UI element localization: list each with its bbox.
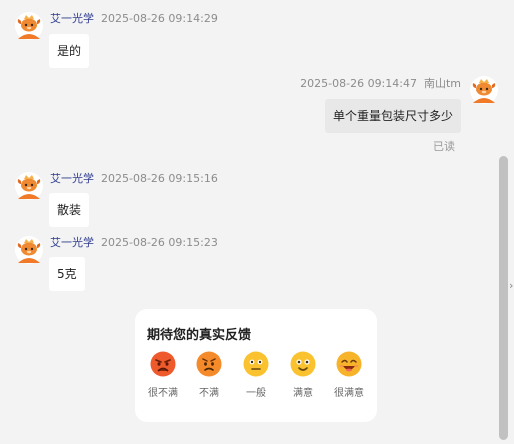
feedback-card: 期待您的真实反馈 很不满 不满 一般 满意 很满意 — [135, 309, 377, 422]
message-meta: 艾一光学 2025-08-26 09:14:29 — [50, 12, 218, 26]
neutral-face-icon — [243, 351, 269, 377]
rating-label: 满意 — [293, 388, 313, 399]
avatar-icon — [470, 76, 498, 104]
rating-neutral[interactable]: 一般 — [234, 351, 278, 399]
sender-name: 南山tm — [423, 77, 461, 90]
message-bubble: 散装 — [49, 193, 90, 227]
sender-name: 艾一光学 — [50, 236, 94, 249]
message-meta: 2025-08-26 09:14:47 南山tm — [300, 77, 461, 91]
sender-name: 艾一光学 — [50, 172, 94, 185]
avatar-icon — [15, 172, 43, 200]
shop-avatar[interactable] — [15, 236, 43, 264]
rating-label: 很满意 — [334, 388, 364, 399]
shop-avatar[interactable] — [15, 12, 43, 40]
rating-very-satisfied[interactable]: 很满意 — [327, 351, 371, 399]
rating-label: 很不满 — [148, 388, 178, 399]
shop-avatar[interactable] — [15, 172, 43, 200]
message-bubble: 单个重量包装尺寸多少 — [324, 99, 461, 133]
chat-message-list[interactable]: 艾一光学 2025-08-26 09:14:29 是的 2025-08-26 09… — [0, 0, 496, 444]
user-avatar[interactable] — [470, 76, 498, 104]
rating-label: 一般 — [246, 388, 266, 399]
rating-label: 不满 — [199, 388, 219, 399]
message-time: 2025-08-26 09:14:47 — [300, 77, 417, 90]
scrollbar-thumb[interactable] — [499, 156, 508, 440]
chevron-right-icon[interactable]: › — [509, 279, 513, 292]
message-meta: 艾一光学 2025-08-26 09:15:23 — [50, 236, 218, 250]
rating-satisfied[interactable]: 满意 — [281, 351, 325, 399]
message-time: 2025-08-26 09:15:23 — [101, 236, 218, 249]
message-bubble: 5克 — [49, 257, 85, 291]
angry-face-icon — [150, 351, 176, 377]
laughing-face-icon — [336, 351, 362, 377]
message-bubble: 是的 — [49, 34, 90, 68]
smiling-face-icon — [290, 351, 316, 377]
message-time: 2025-08-26 09:14:29 — [101, 12, 218, 25]
read-status: 已读 — [433, 140, 455, 153]
avatar-icon — [15, 12, 43, 40]
frowning-face-icon — [196, 351, 222, 377]
feedback-title: 期待您的真实反馈 — [147, 328, 252, 343]
sender-name: 艾一光学 — [50, 12, 94, 25]
rating-very-unsatisfied[interactable]: 很不满 — [141, 351, 185, 399]
message-time: 2025-08-26 09:15:16 — [101, 172, 218, 185]
rating-unsatisfied[interactable]: 不满 — [187, 351, 231, 399]
avatar-icon — [15, 236, 43, 264]
message-meta: 艾一光学 2025-08-26 09:15:16 — [50, 172, 218, 186]
